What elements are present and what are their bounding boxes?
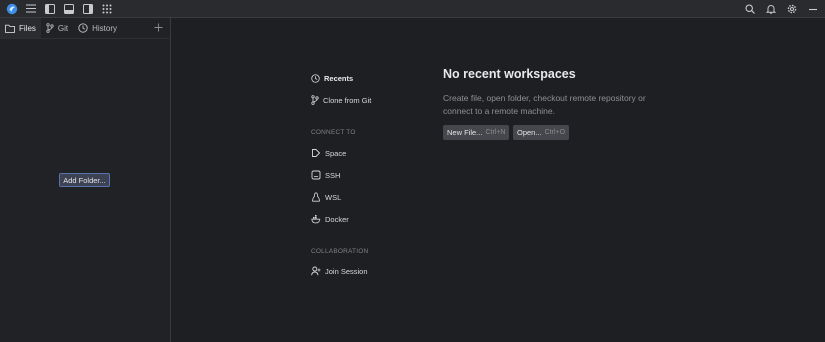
connect-wsl-link[interactable]: WSL [311, 191, 341, 203]
linux-penguin-icon [312, 192, 320, 202]
search-icon[interactable] [739, 1, 760, 16]
join-session-label: Join Session [325, 266, 368, 276]
bell-icon[interactable] [760, 1, 781, 16]
app-logo-icon[interactable] [2, 1, 21, 16]
tab-git-label: Git [57, 23, 69, 33]
tab-history-label: History [92, 23, 118, 33]
connect-space-label: Space [325, 148, 347, 158]
bottom-panel-icon[interactable] [59, 1, 78, 16]
titlebar-left-tools [2, 1, 116, 16]
add-tab-icon[interactable] [153, 22, 164, 33]
sidebar: Files Git History Add Folder... [0, 18, 171, 342]
git-branch-icon [46, 23, 54, 33]
new-file-shortcut: Ctrl+N [485, 129, 506, 136]
tab-files[interactable]: Files [0, 18, 41, 38]
tab-git[interactable]: Git [41, 18, 73, 38]
connect-ssh-link[interactable]: SSH [311, 169, 340, 181]
hamburger-menu-icon[interactable] [21, 1, 40, 16]
folder-icon [5, 24, 15, 33]
clock-icon [78, 23, 88, 33]
grid-apps-icon[interactable] [97, 1, 116, 16]
tab-files-label: Files [19, 23, 36, 33]
terminal-icon [311, 170, 321, 180]
docker-icon [311, 215, 321, 224]
add-folder-button[interactable]: Add Folder... [59, 173, 110, 187]
recents-link[interactable]: Recents [311, 72, 353, 84]
clone-from-git-label: Clone from Git [323, 95, 372, 105]
open-button[interactable]: Open... Ctrl+O [513, 125, 569, 140]
connect-space-link[interactable]: Space [311, 147, 346, 159]
user-plus-icon [311, 266, 321, 276]
connect-docker-link[interactable]: Docker [311, 213, 349, 225]
space-icon [312, 149, 321, 157]
welcome-title: No recent workspaces [443, 67, 576, 81]
connect-docker-label: Docker [325, 214, 349, 224]
connect-ssh-label: SSH [325, 170, 341, 180]
collaboration-section-label: COLLABORATION [311, 248, 369, 255]
open-shortcut: Ctrl+O [544, 129, 566, 136]
open-label: Open... [517, 128, 542, 137]
minimize-icon[interactable] [802, 1, 823, 16]
new-file-button[interactable]: New File... Ctrl+N [443, 125, 509, 140]
right-panel-icon[interactable] [78, 1, 97, 16]
recents-label: Recents [324, 73, 354, 83]
titlebar-right-tools [739, 1, 823, 16]
welcome-description: Create file, open folder, checkout remot… [443, 93, 646, 116]
left-panel-icon[interactable] [40, 1, 59, 16]
tab-history[interactable]: History [73, 18, 122, 38]
git-branch-icon [311, 95, 319, 105]
gear-icon[interactable] [781, 1, 802, 16]
title-bar [0, 0, 825, 18]
clone-from-git-link[interactable]: Clone from Git [311, 94, 371, 106]
connect-wsl-label: WSL [325, 192, 342, 202]
connect-to-section-label: CONNECT TO [311, 129, 356, 136]
clock-icon [311, 73, 320, 83]
new-file-label: New File... [447, 128, 483, 137]
join-session-link[interactable]: Join Session [311, 265, 368, 277]
sidebar-tabs: Files Git History [0, 18, 170, 39]
